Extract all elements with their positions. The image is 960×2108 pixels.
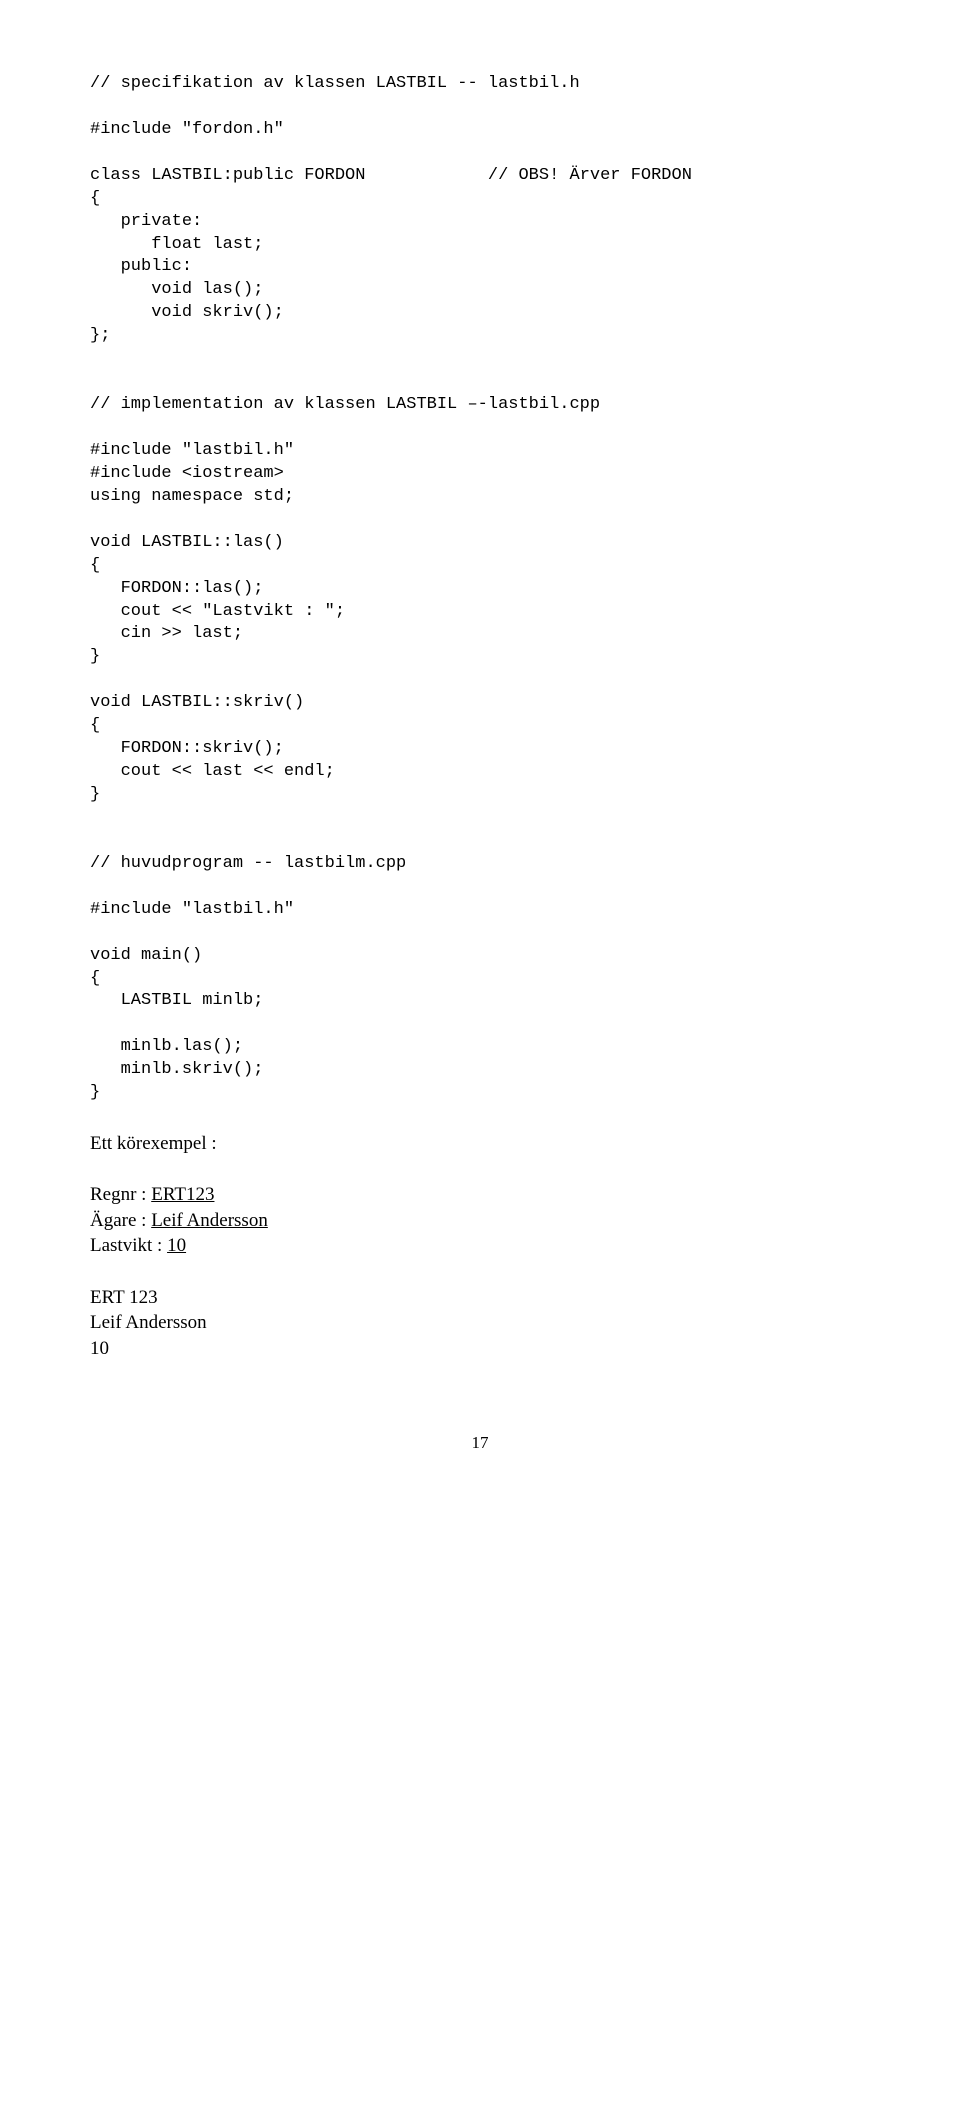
code-line: public: — [90, 257, 192, 276]
code-line: using namespace std; — [90, 487, 294, 506]
code-line: void skriv(); — [90, 303, 284, 322]
page-number: 17 — [90, 1432, 870, 1455]
code-line: LASTBIL minlb; — [90, 991, 263, 1010]
code-line: #include "fordon.h" — [90, 120, 284, 139]
example-heading: Ett körexempel : — [90, 1133, 217, 1154]
example-output: 10 — [90, 1338, 109, 1359]
code-comment: // OBS! Ärver FORDON — [365, 166, 691, 185]
example-input: Leif Andersson — [151, 1210, 268, 1231]
code-line: private: — [90, 212, 202, 231]
example-output: Leif Andersson — [90, 1312, 207, 1333]
code-line: FORDON::las(); — [90, 579, 263, 598]
code-line: } — [90, 1083, 100, 1102]
example-label: Regnr : — [90, 1184, 151, 1205]
code-line: // huvudprogram -- lastbilm.cpp — [90, 854, 406, 873]
code-line: { — [90, 969, 100, 988]
code-line: void las(); — [90, 280, 263, 299]
example-block: Ett körexempel : Regnr : ERT123 Ägare : … — [90, 1105, 870, 1361]
example-input: ERT123 — [151, 1184, 214, 1205]
code-line: cout << "Lastvikt : "; — [90, 602, 345, 621]
code-line: // implementation av klassen LASTBIL –-l… — [90, 395, 600, 414]
code-line: void main() — [90, 946, 202, 965]
code-line: }; — [90, 326, 110, 345]
code-line: { — [90, 716, 100, 735]
code-line: #include "lastbil.h" — [90, 441, 294, 460]
code-line: minlb.las(); — [90, 1037, 243, 1056]
code-line: void LASTBIL::skriv() — [90, 693, 304, 712]
code-line: #include <iostream> — [90, 464, 284, 483]
code-line: float last; — [90, 235, 263, 254]
code-line: { — [90, 189, 100, 208]
code-line: } — [90, 785, 100, 804]
example-label: Lastvikt : — [90, 1235, 167, 1256]
code-line: #include "lastbil.h" — [90, 900, 294, 919]
example-output: ERT 123 — [90, 1287, 158, 1308]
code-line: class LASTBIL:public FORDON — [90, 166, 365, 185]
code-line: } — [90, 647, 100, 666]
code-line: // specifikation av klassen LASTBIL -- l… — [90, 74, 580, 93]
code-block: // specifikation av klassen LASTBIL -- l… — [90, 50, 870, 1105]
code-line: void LASTBIL::las() — [90, 533, 284, 552]
code-line: cin >> last; — [90, 624, 243, 643]
code-line: cout << last << endl; — [90, 762, 335, 781]
example-label: Ägare : — [90, 1210, 151, 1231]
code-line: FORDON::skriv(); — [90, 739, 284, 758]
code-line: { — [90, 556, 100, 575]
example-input: 10 — [167, 1235, 186, 1256]
code-line: minlb.skriv(); — [90, 1060, 263, 1079]
